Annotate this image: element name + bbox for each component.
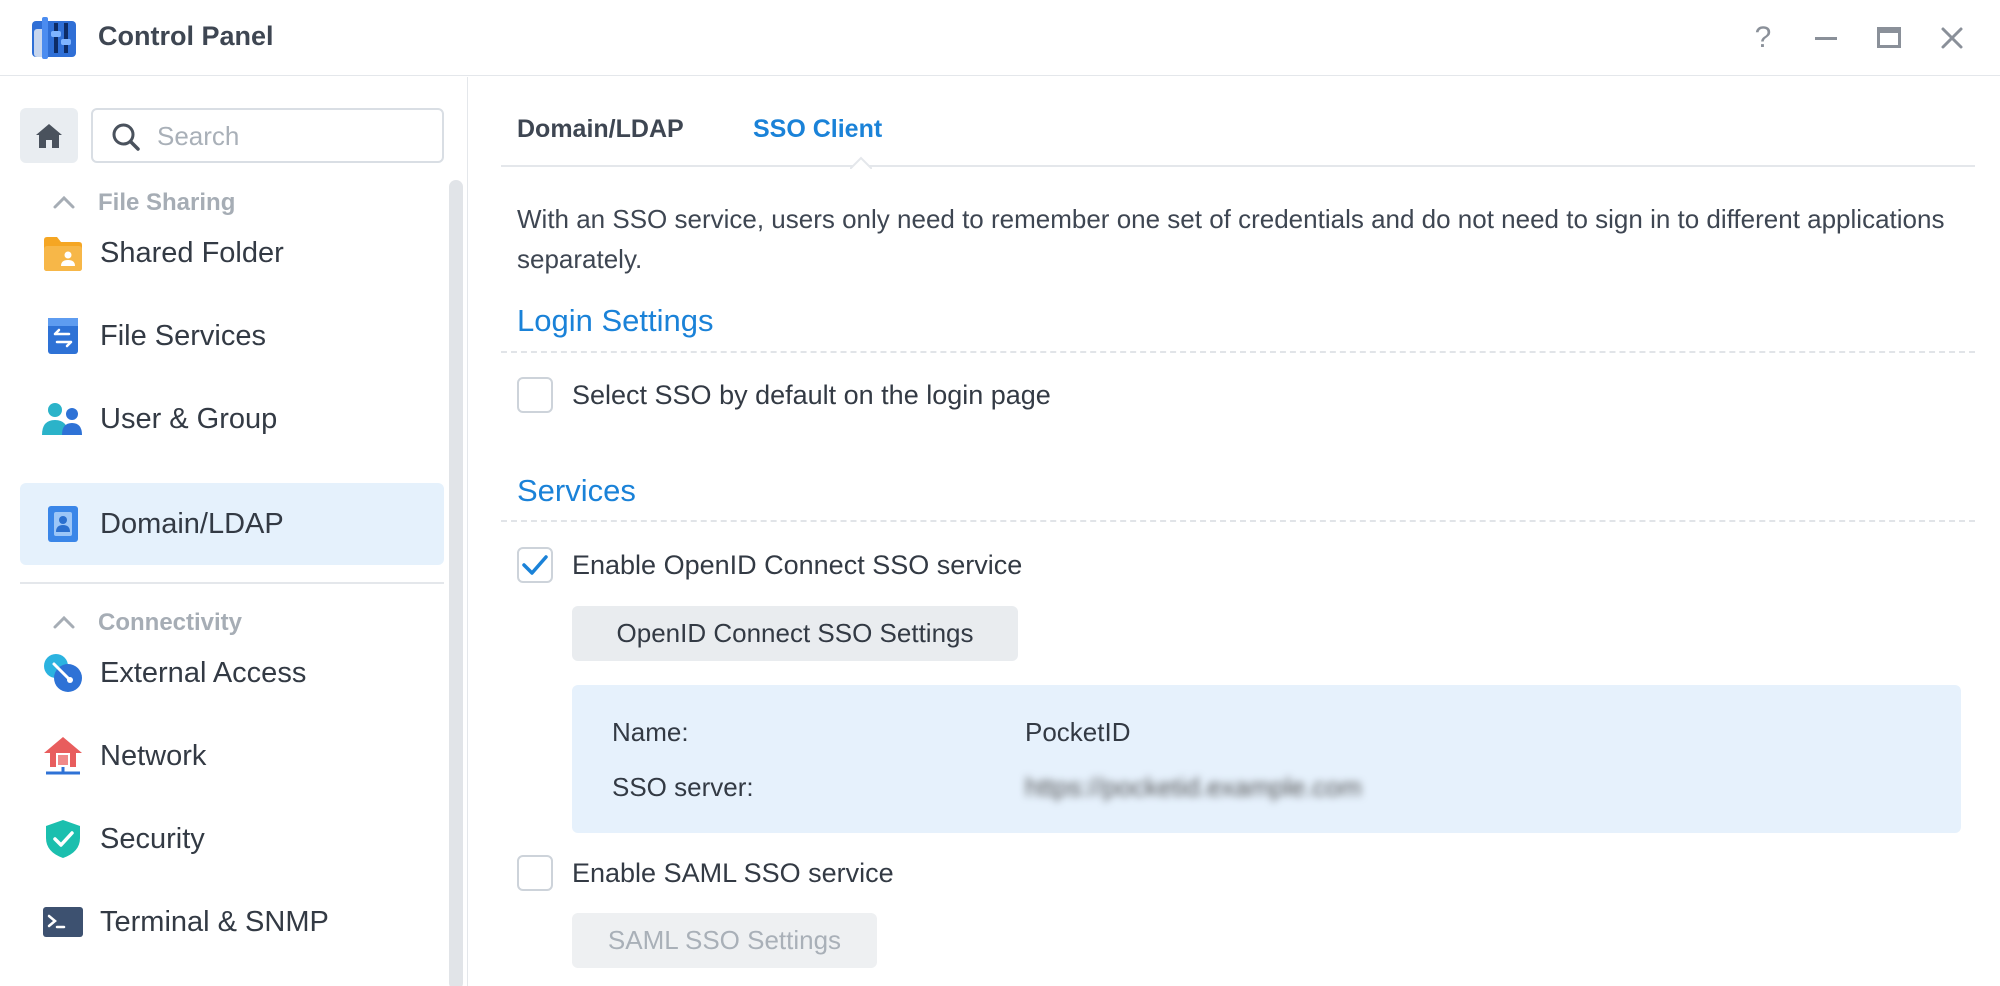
sidebar-item-terminal-snmp[interactable]: Terminal & SNMP (20, 881, 444, 963)
main-content: Domain/LDAP SSO Client With an SSO servi… (469, 77, 2000, 986)
minimize-icon[interactable] (1808, 20, 1844, 56)
sidebar-item-label: Network (100, 739, 207, 772)
sso-server-value: https://pocketid.example.com (1025, 772, 1362, 802)
sidebar-item-external-access[interactable]: External Access (20, 632, 444, 714)
openid-info-box: Name: PocketID SSO server: https://pocke… (572, 685, 1961, 833)
section-divider (501, 520, 1975, 522)
maximize-icon[interactable] (1871, 20, 1907, 56)
user-group-icon (42, 398, 84, 440)
home-button[interactable] (20, 108, 78, 163)
login-settings-title: Login Settings (517, 303, 714, 338)
file-services-icon (42, 315, 84, 357)
help-icon[interactable]: ? (1745, 20, 1781, 56)
search-icon (112, 123, 140, 151)
domain-ldap-icon (42, 503, 84, 545)
openid-settings-button[interactable]: OpenID Connect SSO Settings (572, 606, 1018, 661)
security-icon (42, 818, 84, 860)
tab-domain-ldap[interactable]: Domain/LDAP (517, 115, 684, 144)
active-tab-indicator (850, 156, 872, 169)
checkmark-icon (522, 555, 548, 575)
name-value: PocketID (1025, 717, 1131, 747)
select-sso-default-checkbox[interactable] (517, 377, 553, 413)
name-key: Name: (612, 717, 689, 747)
window-title: Control Panel (98, 21, 274, 51)
search-input[interactable] (157, 118, 427, 154)
terminal-icon (42, 901, 84, 943)
sidebar-scrollbar[interactable] (449, 180, 463, 986)
tab-sso-client[interactable]: SSO Client (753, 115, 882, 144)
network-icon (42, 735, 84, 777)
sidebar-item-label: User & Group (100, 402, 278, 435)
sidebar-item-user-group[interactable]: User & Group (20, 378, 444, 460)
search-box[interactable] (91, 108, 444, 163)
enable-saml-checkbox[interactable] (517, 855, 553, 891)
close-icon[interactable] (1934, 20, 1970, 56)
sidebar-item-label: External Access (100, 656, 307, 689)
external-access-icon (42, 652, 84, 694)
sidebar-item-label: Shared Folder (100, 236, 284, 269)
sidebar-item-shared-folder[interactable]: Shared Folder (20, 212, 444, 294)
sidebar: File Sharing Shared Folder File Services… (0, 77, 468, 986)
shared-folder-icon (42, 232, 84, 274)
home-icon (36, 123, 62, 148)
saml-settings-button[interactable]: SAML SSO Settings (572, 913, 877, 968)
sidebar-divider (20, 582, 444, 584)
sso-server-key: SSO server: (612, 772, 754, 802)
sidebar-item-network[interactable]: Network (20, 715, 444, 797)
enable-saml-label: Enable SAML SSO service (572, 858, 894, 888)
services-title: Services (517, 473, 636, 508)
enable-openid-label: Enable OpenID Connect SSO service (572, 550, 1023, 580)
sidebar-item-security[interactable]: Security (20, 798, 444, 880)
intro-text: With an SSO service, users only need to … (517, 204, 1945, 274)
sidebar-item-label: Security (100, 822, 205, 855)
tab-bar: Domain/LDAP SSO Client (501, 77, 1975, 169)
sidebar-item-label: Domain/LDAP (100, 507, 284, 540)
section-divider (501, 351, 1975, 353)
enable-openid-checkbox[interactable] (517, 547, 553, 583)
sidebar-item-label: Terminal & SNMP (100, 905, 329, 938)
title-bar: Control Panel ? (0, 0, 2000, 76)
sidebar-item-domain-ldap[interactable]: Domain/LDAP (20, 483, 444, 565)
control-panel-app-icon (32, 17, 76, 59)
select-sso-default-label: Select SSO by default on the login page (572, 380, 1051, 410)
sidebar-item-file-services[interactable]: File Services (20, 295, 444, 377)
sidebar-item-label: File Services (100, 319, 266, 352)
